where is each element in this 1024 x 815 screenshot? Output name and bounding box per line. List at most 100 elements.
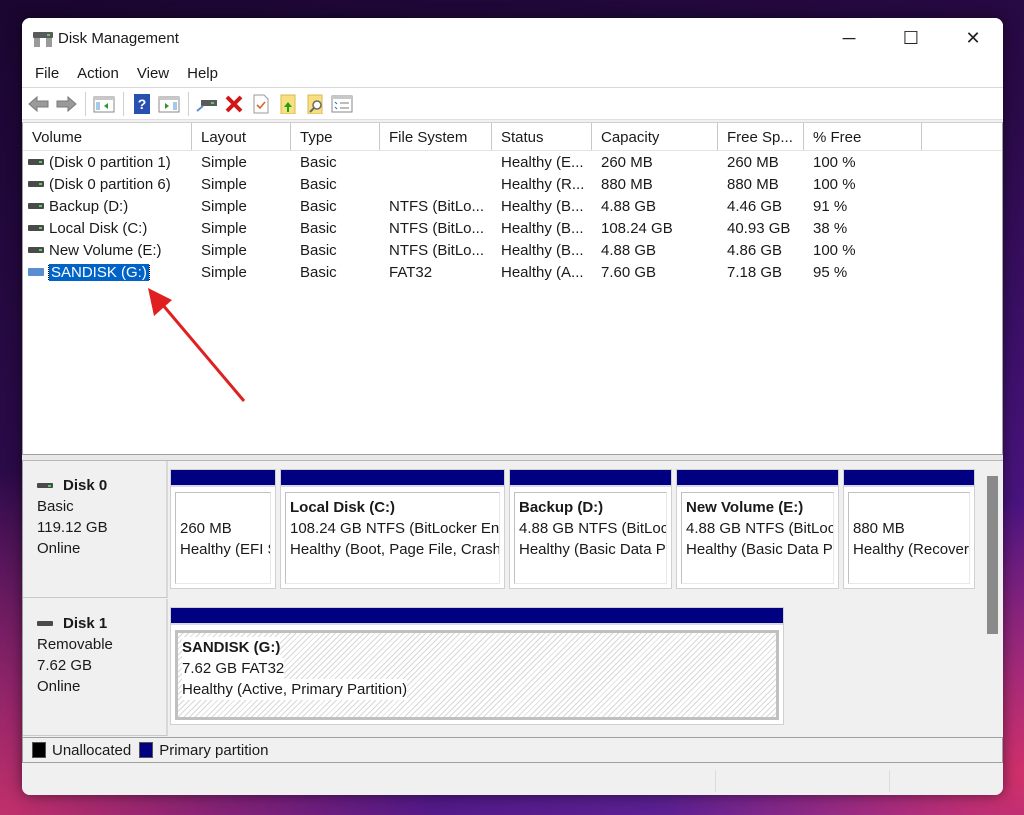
settings-list-button[interactable] <box>329 92 355 116</box>
partition-block[interactable]: Local Disk (C:) 108.24 GB NTFS (BitLocker… <box>280 469 505 589</box>
disk-1-kind: Removable <box>37 636 113 653</box>
primary-partition-bar <box>171 470 275 487</box>
status-divider <box>889 770 890 792</box>
partition-block[interactable]: 880 MB Healthy (Recovery Partition) <box>843 469 975 589</box>
unallocated-swatch <box>32 742 46 758</box>
cell-percent-free: 100 % <box>813 153 856 171</box>
open-folder-icon <box>280 94 296 114</box>
toolbar-separator <box>123 91 124 116</box>
cell-file-system: NTFS (BitLo... <box>389 219 485 237</box>
column-header-layout[interactable]: Layout <box>192 123 291 150</box>
volume-list-row[interactable]: SANDISK (G:) Simple Basic FAT32 Healthy (A..… <box>23 261 1002 283</box>
cell-type: Basic <box>300 219 337 237</box>
column-header-file-system[interactable]: File System <box>380 123 492 150</box>
delete-button[interactable] <box>221 92 247 116</box>
forward-button[interactable] <box>53 92 79 116</box>
cell-percent-free: 100 % <box>813 175 856 193</box>
volume-name: (Disk 0 partition 6) <box>49 175 171 193</box>
legend: Unallocated Primary partition <box>22 737 1003 763</box>
cell-free-space: 880 MB <box>727 175 779 193</box>
menu-action[interactable]: Action <box>68 65 128 82</box>
disk-management-icon <box>33 32 53 47</box>
partition-size-fs-text: 880 MB <box>853 520 905 537</box>
column-header-free-space[interactable]: Free Sp... <box>718 123 804 150</box>
disk-1-state: Online <box>37 678 81 695</box>
disk-0-state: Online <box>37 540 81 557</box>
show-hide-console-tree-button[interactable] <box>91 92 117 116</box>
primary-partition-bar <box>677 470 838 487</box>
disk-0-label[interactable]: Disk 0 Basic 119.12 GB Online <box>23 461 168 598</box>
partition-size-fs-text: 7.62 GB FAT32 <box>182 658 285 679</box>
column-header-type[interactable]: Type <box>291 123 380 150</box>
cell-free-space: 4.86 GB <box>727 241 783 259</box>
title-bar[interactable]: Disk Management ─ ☐ ✕ <box>22 18 1003 60</box>
partition-status-text: Healthy (Basic Data Partition) <box>519 541 666 558</box>
partition-name-text: Local Disk (C:) <box>290 499 396 516</box>
column-header-capacity[interactable]: Capacity <box>592 123 718 150</box>
minimize-button[interactable]: ─ <box>818 18 880 58</box>
help-button[interactable]: ? <box>129 92 155 116</box>
cell-file-system: NTFS (BitLo... <box>389 241 485 259</box>
partition-size-fs: 4.88 GB NTFS (BitLocker Encrypted) <box>686 518 833 539</box>
legend-unallocated: Unallocated <box>52 741 132 759</box>
cell-status: Healthy (R... <box>501 175 585 193</box>
settings-list-icon <box>331 95 353 112</box>
open-folder-button[interactable] <box>275 92 301 116</box>
menu-view[interactable]: View <box>128 65 178 82</box>
cell-percent-free: 38 % <box>813 219 848 237</box>
cell-capacity: 7.60 GB <box>601 263 657 281</box>
column-header-status[interactable]: Status <box>492 123 592 150</box>
partition-name: Local Disk (C:) <box>290 497 499 518</box>
partition-status: Healthy (Active, Primary Partition) <box>182 679 776 700</box>
partition-status: Healthy (EFI System Partition) <box>180 539 270 560</box>
svg-text:?: ? <box>138 96 147 112</box>
disk-icon <box>37 483 53 488</box>
partition-size-fs: 4.88 GB NTFS (BitLocker Encrypted) <box>519 518 666 539</box>
partition-block[interactable]: New Volume (E:) 4.88 GB NTFS (BitLocker E… <box>676 469 839 589</box>
partition-block[interactable]: SANDISK (G:) 7.62 GB FAT32 Healthy (Active… <box>170 607 784 725</box>
cell-volume: Local Disk (C:) <box>23 220 192 237</box>
volume-list-row[interactable]: New Volume (E:) Simple Basic NTFS (BitLo...… <box>23 239 1002 261</box>
properties-button[interactable] <box>248 92 274 116</box>
status-divider <box>715 770 716 792</box>
disk-1-label[interactable]: Disk 1 Removable 7.62 GB Online <box>23 599 168 736</box>
menu-file[interactable]: File <box>26 65 68 82</box>
volume-name: SANDISK (G:) <box>48 263 150 281</box>
volume-name: (Disk 0 partition 1) <box>49 153 171 171</box>
column-header-percent-free[interactable]: % Free <box>804 123 922 150</box>
volume-name: Local Disk (C:) <box>49 219 148 237</box>
show-hide-action-pane-button[interactable] <box>156 92 182 116</box>
partition-block[interactable]: 260 MB Healthy (EFI System Partition) <box>170 469 276 589</box>
scrollbar-thumb[interactable] <box>987 476 998 634</box>
close-button[interactable]: ✕ <box>942 18 1003 58</box>
column-header-volume[interactable]: Volume <box>23 123 192 150</box>
partition-name: New Volume (E:) <box>686 497 833 518</box>
explore-button[interactable] <box>302 92 328 116</box>
volume-list-row[interactable]: Backup (D:) Simple Basic NTFS (BitLo... Heal… <box>23 195 1002 217</box>
volume-list-row[interactable]: Local Disk (C:) Simple Basic NTFS (BitLo...… <box>23 217 1002 239</box>
connect-disk-button[interactable] <box>194 92 220 116</box>
back-icon <box>28 95 49 112</box>
partition-status: Healthy (Basic Data Partition) <box>686 539 833 560</box>
cell-layout: Simple <box>201 175 247 193</box>
removable-volume-icon <box>28 268 44 276</box>
close-icon: ✕ <box>965 27 981 48</box>
partition-details: Local Disk (C:) 108.24 GB NTFS (BitLocker… <box>285 492 500 584</box>
volume-list-row[interactable]: (Disk 0 partition 6) Simple Basic Healthy (… <box>23 173 1002 195</box>
cell-status: Healthy (E... <box>501 153 584 171</box>
cell-capacity: 880 MB <box>601 175 653 193</box>
back-button[interactable] <box>26 92 52 116</box>
cell-percent-free: 100 % <box>813 241 856 259</box>
partition-block[interactable]: Backup (D:) 4.88 GB NTFS (BitLocker Encry… <box>509 469 672 589</box>
properties-icon <box>253 94 269 113</box>
maximize-button[interactable]: ☐ <box>880 18 942 58</box>
volume-list-row[interactable]: (Disk 0 partition 1) Simple Basic Healthy (… <box>23 151 1002 173</box>
partition-size-fs: 880 MB <box>853 518 969 539</box>
menu-help[interactable]: Help <box>178 65 227 82</box>
column-header-empty <box>922 123 1002 150</box>
graph-vertical-scrollbar[interactable] <box>983 461 1002 756</box>
disk-1-size: 7.62 GB <box>37 657 93 674</box>
partition-name <box>853 497 969 518</box>
partition-details: 260 MB Healthy (EFI System Partition) <box>175 492 271 584</box>
volume-icon <box>28 181 44 187</box>
